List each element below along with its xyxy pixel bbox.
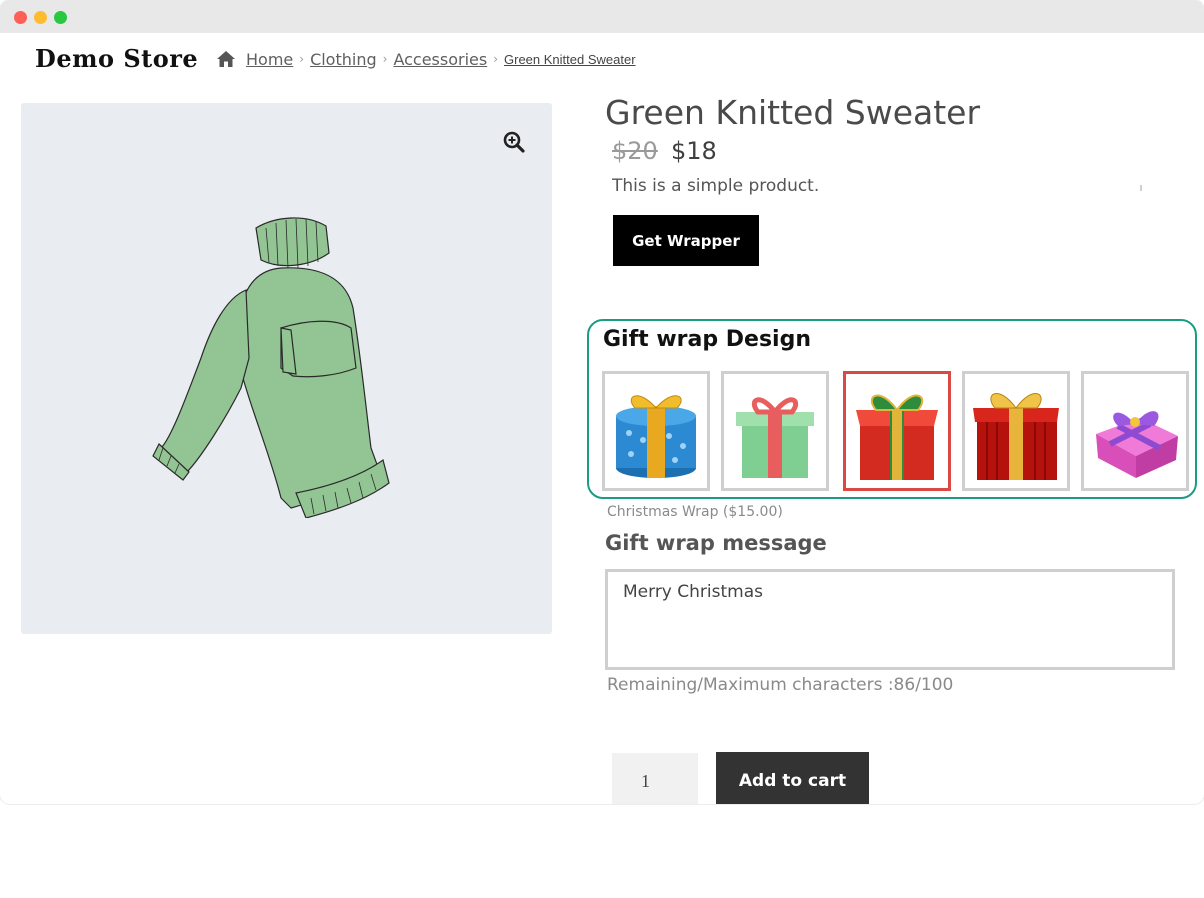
breadcrumb: Home › Clothing › Accessories › Green Kn… <box>216 48 636 70</box>
remaining-characters: Remaining/Maximum characters :86/100 <box>607 675 954 695</box>
pink-gift-icon <box>1096 411 1178 478</box>
gift-option-5[interactable] <box>1081 371 1189 491</box>
green-gift-icon <box>736 397 814 478</box>
gift-wrap-design-panel: Gift wrap Design <box>587 319 1197 499</box>
breadcrumb-separator-icon: › <box>382 52 388 66</box>
breadcrumb-current[interactable]: Green Knitted Sweater <box>504 52 636 67</box>
breadcrumb-clothing[interactable]: Clothing <box>310 50 377 69</box>
product-image[interactable] <box>21 103 552 634</box>
store-logo[interactable]: Demo Store <box>35 44 198 73</box>
gift-option-2[interactable] <box>721 371 829 491</box>
quantity-input[interactable] <box>612 753 698 804</box>
get-wrapper-button[interactable]: Get Wrapper <box>613 215 759 266</box>
maximize-window-button[interactable] <box>54 11 67 24</box>
gift-message-heading: Gift wrap message <box>605 531 827 555</box>
minimize-window-button[interactable] <box>34 11 47 24</box>
gift-option-1[interactable] <box>602 371 710 491</box>
product-title: Green Knitted Sweater <box>605 93 981 132</box>
close-window-button[interactable] <box>14 11 27 24</box>
sweater-image <box>152 217 390 518</box>
original-price: $20 <box>612 137 658 165</box>
gift-wrap-heading: Gift wrap Design <box>603 327 812 352</box>
darkred-gift-icon <box>973 393 1059 480</box>
breadcrumb-accessories[interactable]: Accessories <box>393 50 487 69</box>
selected-wrap-caption: Christmas Wrap ($15.00) <box>607 504 783 520</box>
title-bar <box>0 0 1204 33</box>
breadcrumb-home[interactable]: Home <box>246 50 293 69</box>
product-description: This is a simple product. <box>612 176 820 196</box>
sale-price: $18 <box>671 137 717 165</box>
add-to-cart-button[interactable]: Add to cart <box>716 752 869 804</box>
gift-option-4[interactable] <box>962 371 1070 491</box>
browser-window: Demo Store Home › Clothing › Accessories… <box>0 0 1204 804</box>
blue-gift-icon <box>616 395 696 478</box>
zoom-in-icon[interactable] <box>502 130 526 154</box>
red-gift-icon <box>856 394 938 480</box>
gift-message-textarea[interactable]: Merry Christmas <box>605 569 1175 670</box>
breadcrumb-separator-icon: › <box>493 52 499 66</box>
breadcrumb-separator-icon: › <box>299 52 305 66</box>
gift-option-3[interactable] <box>843 371 951 491</box>
divider <box>1140 185 1142 191</box>
home-icon[interactable] <box>216 50 236 68</box>
